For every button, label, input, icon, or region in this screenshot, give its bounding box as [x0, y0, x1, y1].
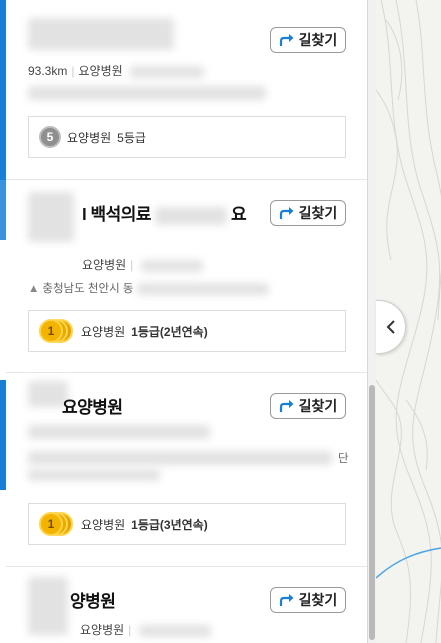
grade-badge: 1 요양병원 1등급(2년연속): [28, 310, 346, 352]
place-meta: 요양병원 |: [80, 621, 211, 638]
grade-badge: 1 요양병원 1등급(3년연속): [28, 503, 346, 545]
phone-redacted: [138, 624, 211, 637]
place-meta: 요양병원 |: [82, 256, 203, 273]
place-name: 양병원: [70, 592, 116, 611]
distance: 93.3km: [28, 64, 68, 78]
turn-right-arrow-icon: [279, 594, 294, 606]
address-redacted: [28, 451, 332, 465]
chevron-left-icon: [386, 320, 395, 334]
search-results-panel: 길찾기 93.3km | 요양병원 5 요양병원 5등급 l 백석의료 요 길찾기 요…: [0, 0, 368, 643]
turn-right-arrow-icon: [279, 400, 294, 412]
place-name: 요양병원: [62, 398, 123, 417]
directions-button[interactable]: 길찾기: [270, 587, 346, 613]
meta-redacted: [28, 425, 210, 439]
address-suffix: 단: [338, 453, 349, 465]
result-card[interactable]: l 백석의료 요 길찾기 요양병원 | ▲ 충청남도 천안시 동 1 요양병원 1등급…: [6, 180, 367, 373]
address: [28, 86, 266, 103]
address-redacted: [28, 86, 266, 100]
turn-right-arrow-icon: [279, 207, 294, 219]
scrollbar[interactable]: [368, 0, 376, 643]
medal-icon: 5: [39, 126, 61, 148]
phone-redacted: [130, 65, 204, 78]
turn-right-arrow-icon: [279, 34, 294, 46]
address-redacted: [136, 282, 269, 295]
category: 요양병원: [80, 623, 125, 637]
directions-button[interactable]: 길찾기: [270, 200, 346, 226]
result-card[interactable]: 길찾기 93.3km | 요양병원 5 요양병원 5등급: [6, 0, 367, 180]
grade-badge: 5 요양병원 5등급: [28, 116, 346, 158]
address: ▲ 충청남도 천안시 동: [28, 280, 269, 296]
place-name-redacted: [28, 192, 74, 242]
place-meta: 93.3km | 요양병원: [28, 62, 204, 79]
place-name-redacted: [28, 18, 174, 50]
category: 요양병원: [78, 64, 123, 78]
scrollbar-thumb[interactable]: [369, 385, 375, 640]
result-card[interactable]: 양병원 길찾기 요양병원 |: [6, 567, 367, 643]
phone-redacted: [140, 259, 203, 272]
result-card[interactable]: 요양병원 길찾기 단 1 요양병원 1등급(3년연속): [6, 373, 367, 567]
medal-icon: 1: [39, 319, 75, 343]
place-name-redacted: [28, 577, 68, 635]
medal-icon: 1: [39, 512, 75, 536]
category: 요양병원: [82, 258, 127, 272]
address-redacted: [28, 469, 160, 481]
location-pin-icon: ▲: [28, 283, 40, 295]
place-name: l 백석의료 요: [82, 205, 247, 225]
directions-button[interactable]: 길찾기: [270, 393, 346, 419]
directions-button[interactable]: 길찾기: [270, 27, 346, 53]
